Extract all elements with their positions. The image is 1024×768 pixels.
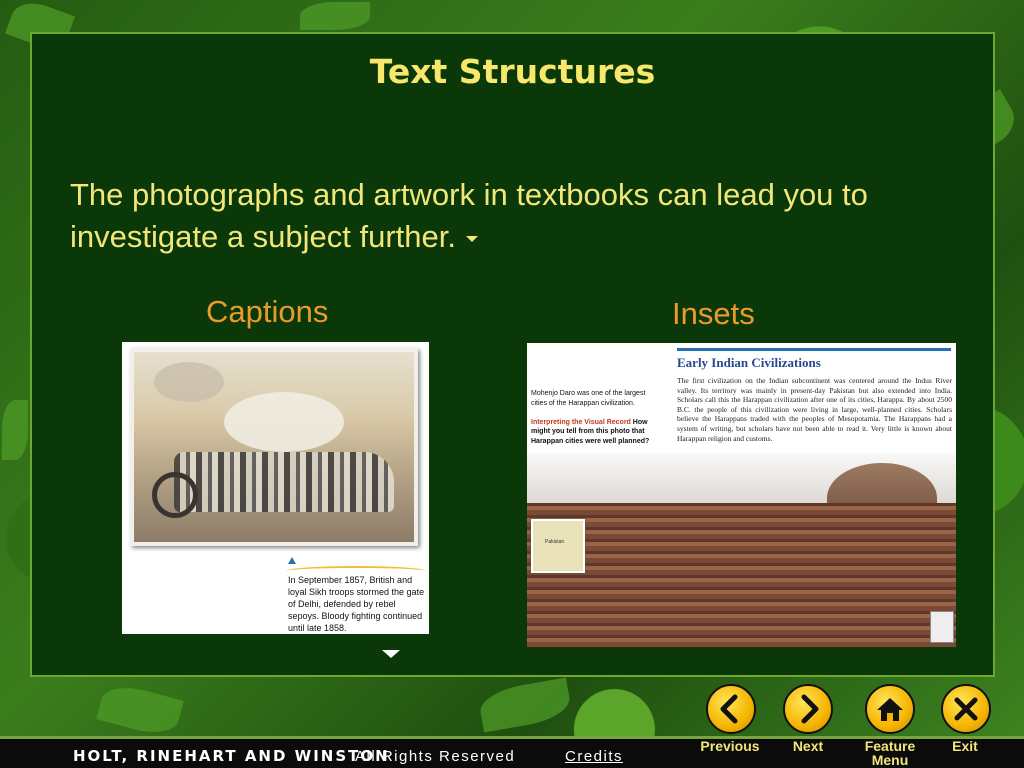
feature-menu-label[interactable]: Feature Menu bbox=[852, 739, 928, 767]
feature-label-line2: Menu bbox=[871, 752, 909, 768]
next-button[interactable] bbox=[783, 684, 833, 734]
captions-example-image: In September 1857, British and loyal Sik… bbox=[122, 342, 429, 634]
publisher-name: HOLT, RINEHART AND WINSTON bbox=[73, 747, 390, 765]
ruins-photo bbox=[527, 503, 956, 647]
slide-title: Text Structures bbox=[369, 52, 656, 91]
caption-marker-icon bbox=[288, 557, 296, 564]
feature-menu-button[interactable] bbox=[865, 684, 915, 734]
side-caption-text: Mohenjo Daro was one of the largest citi… bbox=[531, 390, 646, 407]
smoke-shape bbox=[224, 392, 344, 452]
building-shape bbox=[154, 362, 224, 402]
insets-label: Insets bbox=[672, 296, 755, 331]
scale-marker bbox=[930, 611, 954, 643]
captions-label: Captions bbox=[206, 294, 329, 329]
battle-painting bbox=[130, 348, 418, 546]
home-icon bbox=[877, 698, 903, 721]
image-caption: In September 1857, British and loyal Sik… bbox=[288, 575, 425, 633]
slide-body: The photographs and artwork in textbooks… bbox=[70, 177, 868, 254]
inset-heading: Early Indian Civilizations bbox=[677, 355, 821, 370]
map-label: Pakistan bbox=[545, 539, 565, 545]
close-icon bbox=[954, 697, 978, 721]
chevron-right-icon bbox=[801, 694, 819, 724]
exit-button[interactable] bbox=[941, 684, 991, 734]
slide-panel: Text Structures The photographs and artw… bbox=[30, 32, 995, 677]
exit-label[interactable]: Exit bbox=[940, 739, 990, 753]
previous-label[interactable]: Previous bbox=[692, 739, 768, 753]
inset-title-rule bbox=[677, 348, 951, 351]
chevron-left-icon bbox=[720, 694, 738, 724]
visual-record-label: Interpreting the Visual Record bbox=[531, 418, 631, 426]
leaf-decoration bbox=[477, 677, 573, 733]
inset-paragraph: The first civilization on the Indian sub… bbox=[677, 376, 952, 443]
soldiers-shape bbox=[174, 452, 394, 512]
leaf-decoration bbox=[2, 400, 28, 460]
leaf-decoration bbox=[96, 680, 184, 740]
triangle-down-icon[interactable] bbox=[466, 235, 479, 242]
leaf-decoration bbox=[300, 2, 370, 30]
triangle-down-icon[interactable] bbox=[382, 650, 400, 658]
insets-example-image: Early Indian Civilizations The first civ… bbox=[527, 343, 956, 647]
rights-text: All Rights Reserved bbox=[355, 748, 516, 765]
cannon-wheel-shape bbox=[152, 472, 198, 518]
inset-map: Pakistan bbox=[531, 519, 585, 573]
credits-link[interactable]: Credits bbox=[565, 748, 623, 765]
slide-body-text: The photographs and artwork in textbooks… bbox=[70, 174, 970, 258]
previous-button[interactable] bbox=[706, 684, 756, 734]
inset-side-caption: Mohenjo Daro was one of the largest citi… bbox=[531, 389, 655, 446]
next-label[interactable]: Next bbox=[782, 739, 834, 753]
